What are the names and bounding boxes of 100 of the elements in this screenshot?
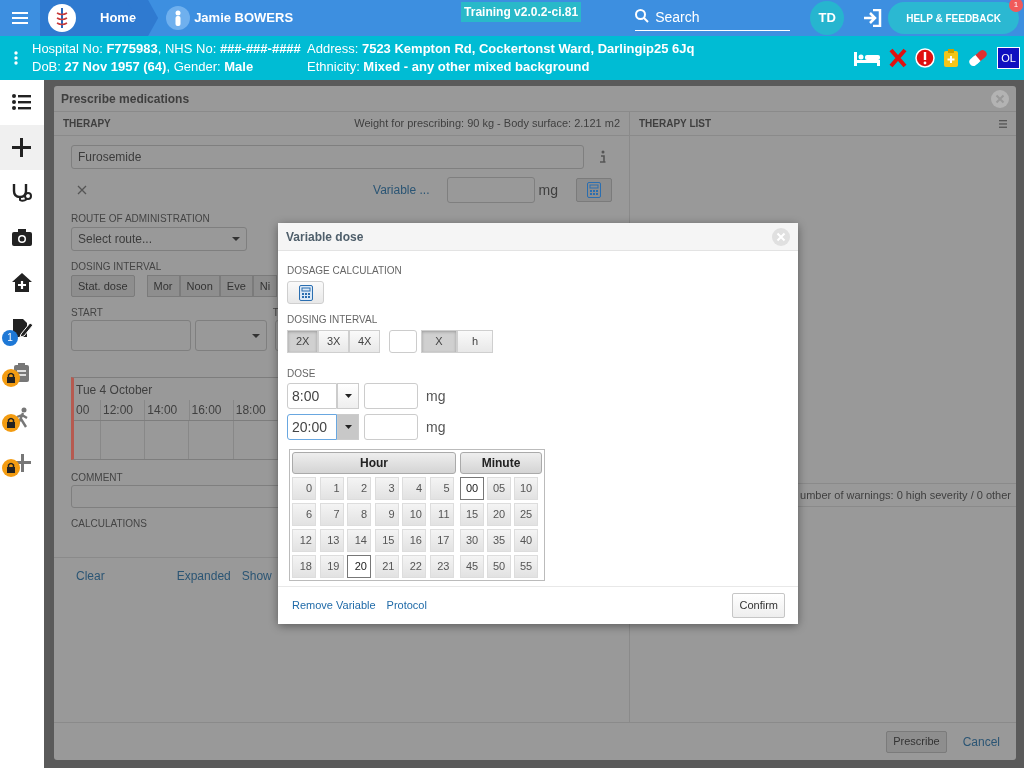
column-header-button[interactable]: Minute xyxy=(460,452,542,474)
caret-icon xyxy=(252,333,260,338)
unit-label: mg xyxy=(538,180,558,200)
field-label: COMMENT xyxy=(71,471,123,485)
hour-label: 14:00 xyxy=(147,403,178,417)
comment-field[interactable] xyxy=(71,485,281,508)
minute-option[interactable]: 20 xyxy=(487,503,511,526)
search-icon xyxy=(635,9,650,23)
hour-option[interactable]: 16 xyxy=(402,529,426,552)
interval-mode-button[interactable]: X xyxy=(421,330,457,353)
patient-info: Hospital No: F775983, NHS No: ###-###-#### xyxy=(32,40,302,58)
minute-option[interactable]: 15 xyxy=(460,503,484,526)
minute-option[interactable]: 55 xyxy=(514,555,538,578)
hour-option[interactable]: 15 xyxy=(374,529,399,552)
section-heading: THERAPY LIST xyxy=(639,117,712,131)
field-label: DOSAGE CALCULATION xyxy=(287,264,402,278)
medication-field[interactable]: Furosemide xyxy=(71,145,584,169)
minute-option[interactable]: 30 xyxy=(460,529,484,552)
hour-option[interactable]: 21 xyxy=(374,555,399,578)
more-icon[interactable] xyxy=(14,51,18,65)
hour-label: 12:00 xyxy=(103,403,134,417)
hour-option[interactable]: 22 xyxy=(402,555,426,578)
minute-option[interactable]: 50 xyxy=(487,555,511,578)
info-icon[interactable] xyxy=(598,150,606,164)
clear-icon[interactable] xyxy=(77,185,87,195)
sidebar-item[interactable] xyxy=(0,125,44,170)
prescribe-button[interactable]: Prescribe xyxy=(886,730,947,753)
edit-icon xyxy=(11,316,33,339)
dropdown-button[interactable] xyxy=(337,414,359,440)
field-label: START xyxy=(71,306,103,320)
dialog-title: Prescribe medications xyxy=(61,90,190,108)
hour-option[interactable]: 10 xyxy=(402,503,426,526)
interval-button[interactable]: Ni xyxy=(252,275,278,297)
minute-option[interactable]: 45 xyxy=(460,555,484,578)
search-field[interactable]: Search xyxy=(635,5,791,31)
dose-field[interactable] xyxy=(364,383,418,409)
hour-label: 00 xyxy=(76,403,90,417)
hour-option[interactable]: 11 xyxy=(429,503,454,526)
caret-icon xyxy=(232,237,240,241)
hour-option[interactable]: 3 xyxy=(374,477,399,500)
hour-option[interactable]: 17 xyxy=(429,529,454,552)
caret-icon xyxy=(344,394,352,398)
notification-badge: 1 xyxy=(1009,0,1023,12)
start-time-select[interactable] xyxy=(195,320,267,351)
minute-option[interactable]: 40 xyxy=(514,529,538,552)
hour-label: 16:00 xyxy=(191,403,222,417)
calculator-icon xyxy=(298,284,313,301)
interval-button[interactable]: Eve xyxy=(219,275,253,297)
hour-option[interactable]: 2 xyxy=(347,477,371,500)
hour-option[interactable]: 13 xyxy=(319,529,344,552)
frequency-button[interactable]: 3X xyxy=(318,330,349,353)
frequency-button[interactable]: 2X xyxy=(287,330,318,353)
unit-label: mg xyxy=(426,417,446,437)
dose-field[interactable] xyxy=(364,414,418,440)
confirm-button[interactable]: Confirm xyxy=(732,593,785,618)
hour-option[interactable]: 0 xyxy=(292,477,316,500)
frequency-button[interactable]: 4X xyxy=(349,330,380,353)
hour-option[interactable]: 19 xyxy=(319,555,344,578)
menu-icon[interactable] xyxy=(999,119,1007,128)
menu-icon[interactable] xyxy=(12,12,28,24)
section-heading: THERAPY xyxy=(63,117,111,131)
column-header-button[interactable]: Hour xyxy=(292,452,456,474)
unit-label: mg xyxy=(426,386,446,406)
version-label: Training v2.0.2-ci.81 xyxy=(461,2,582,22)
start-date-field[interactable] xyxy=(71,320,191,351)
hour-option[interactable]: 18 xyxy=(292,555,316,578)
dropdown-button[interactable] xyxy=(337,383,359,409)
hour-option[interactable]: 20 xyxy=(347,555,371,578)
hour-option[interactable]: 1 xyxy=(319,477,344,500)
hour-option[interactable]: 7 xyxy=(319,503,344,526)
hour-option[interactable]: 9 xyxy=(374,503,399,526)
interval-button[interactable]: Mor xyxy=(146,275,180,297)
cross-icon xyxy=(889,48,908,68)
close-icon[interactable] xyxy=(991,89,1009,108)
sidebar-item[interactable]: 1 xyxy=(0,305,44,350)
hour-option[interactable]: 12 xyxy=(292,529,316,552)
logout-icon[interactable] xyxy=(862,9,883,27)
camera-icon xyxy=(11,226,33,249)
minute-option[interactable]: 35 xyxy=(487,529,511,552)
hour-option[interactable]: 14 xyxy=(347,529,371,552)
minute-option[interactable]: 10 xyxy=(514,477,538,500)
hour-option[interactable]: 8 xyxy=(347,503,371,526)
interval-mode-button[interactable]: h xyxy=(457,330,493,353)
minute-option[interactable]: 25 xyxy=(514,503,538,526)
hour-option[interactable]: 6 xyxy=(292,503,316,526)
hour-option[interactable]: 4 xyxy=(402,477,426,500)
dose-field[interactable] xyxy=(446,177,535,203)
route-select[interactable]: Select route... xyxy=(71,227,247,251)
footer-link[interactable]: Protocol xyxy=(386,597,427,614)
field-label: CALCULATIONS xyxy=(71,517,147,531)
lock-icon xyxy=(2,369,20,387)
minute-option[interactable]: 00 xyxy=(460,477,484,500)
interval-button[interactable]: Noon xyxy=(179,275,220,297)
pill-icon xyxy=(967,48,990,68)
footer-link[interactable]: Remove Variable xyxy=(292,597,376,614)
interval-field[interactable] xyxy=(389,330,417,353)
hour-option[interactable]: 5 xyxy=(429,477,454,500)
hour-option[interactable]: 23 xyxy=(429,555,454,578)
minute-option[interactable]: 05 xyxy=(487,477,511,500)
stat-dose-button[interactable]: Stat. dose xyxy=(71,275,135,297)
